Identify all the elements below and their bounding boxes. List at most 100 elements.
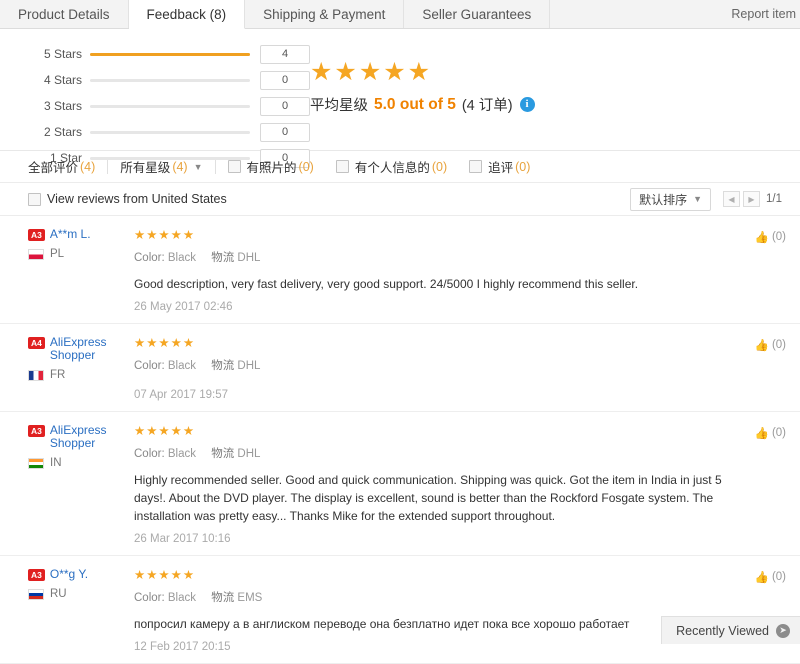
review-date: 26 May 2017 02:46 (134, 301, 233, 313)
filter-additional-reviews[interactable]: 追评 (0) (469, 157, 530, 176)
review-attributes: Color: Black 物流 DHL (134, 445, 726, 461)
rating-bar-track (90, 104, 250, 108)
checkbox-additional-reviews[interactable] (469, 160, 483, 173)
review-helpful-count: (0) (771, 571, 786, 583)
thumbs-up-icon: 👍 (754, 340, 769, 352)
filter-with-photos[interactable]: 有照片的 (0) (227, 157, 314, 176)
review-list: A3 A**m L. PL ★★★★★ Color: Black 物流 DHL … (0, 216, 800, 664)
review-helpful-count: (0) (771, 339, 786, 351)
chevron-down-icon: ▼ (693, 194, 702, 204)
filter-all-stars-count: (4) (172, 159, 188, 174)
review-helpful-button[interactable]: 👍 (0) (755, 570, 786, 584)
review-logistics-key: 物流 (211, 252, 235, 264)
filter-all-stars[interactable]: 所有星级 (4) ▼ (120, 157, 202, 176)
rating-bar-row: 4 Stars 0 (30, 67, 310, 93)
checkbox-with-personal-info[interactable] (335, 160, 349, 173)
flag-icon-fr (28, 369, 44, 381)
flag-icon-in (28, 457, 44, 469)
prev-page-button[interactable]: ◀ (723, 191, 740, 207)
review-logistics-key: 物流 (211, 448, 235, 460)
review-user: A4 AliExpress Shopper FR (22, 336, 122, 401)
view-sort-bar: View reviews from United States 默认排序 ▼ ◀… (0, 183, 800, 216)
filter-all-reviews[interactable]: 全部评价 (4) (28, 157, 95, 176)
review-date: 26 Mar 2017 10:16 (134, 533, 231, 545)
filter-all-stars-label: 所有星级 (120, 161, 171, 175)
review-date: 12 Feb 2017 20:15 (134, 641, 231, 653)
review-helpful-button[interactable]: 👍 (0) (755, 230, 786, 244)
rating-bar-label: 4 Stars (43, 73, 82, 87)
report-item-link[interactable]: Report item (713, 0, 800, 28)
rating-bar-row: 5 Stars 4 (30, 41, 310, 67)
average-stars-icon: ★★★★★ (310, 58, 433, 86)
review-user-country-row: PL (28, 248, 122, 260)
tab-product-details[interactable]: Product Details (0, 0, 129, 28)
filter-additional-reviews-count: (0) (515, 159, 531, 174)
rating-bar-track (90, 130, 250, 134)
checkbox-view-from-country[interactable] (28, 192, 41, 206)
thumbs-up-icon: 👍 (754, 428, 769, 440)
rating-bar-track (90, 78, 250, 82)
review-color-value: Black (167, 360, 197, 372)
user-level-badge: A3 (28, 229, 45, 241)
review-logistics-value: EMS (237, 592, 263, 604)
recently-viewed-label: Recently Viewed (676, 623, 769, 638)
tab-bar-spacer (550, 0, 714, 28)
rating-bar-row: 2 Stars 0 (30, 119, 310, 145)
info-icon[interactable]: i (519, 97, 535, 112)
review-user-name[interactable]: AliExpress Shopper (50, 424, 122, 450)
filter-with-photos-label: 有照片的 (246, 161, 297, 175)
arrow-right-icon: ➤ (776, 623, 790, 638)
tab-feedback[interactable]: Feedback (8) (128, 0, 246, 29)
user-level-badge: A3 (28, 425, 45, 437)
review-user-name[interactable]: O**g Y. (50, 568, 88, 581)
tab-shipping-payment[interactable]: Shipping & Payment (245, 0, 405, 28)
filter-divider (107, 159, 109, 174)
review-helpful-button[interactable]: 👍 (0) (755, 338, 786, 352)
review-color-key: Color: (134, 360, 165, 372)
review-helpful-count: (0) (771, 231, 786, 243)
flag-icon-ru (28, 588, 44, 600)
checkbox-with-photos[interactable] (227, 160, 241, 173)
review-user-name-row: A3 O**g Y. (28, 568, 122, 581)
tab-seller-guarantees[interactable]: Seller Guarantees (404, 0, 551, 28)
review-item: A4 AliExpress Shopper FR ★★★★★ Color: Bl… (0, 324, 800, 412)
view-reviews-from-country[interactable]: View reviews from United States (28, 192, 227, 206)
filter-all-reviews-label: 全部评价 (28, 161, 79, 175)
filter-with-photos-count: (0) (298, 159, 314, 174)
review-body: ★★★★★ Color: Black 物流 DHL Highly recomme… (122, 424, 782, 545)
review-text: Highly recommended seller. Good and quic… (134, 473, 722, 523)
review-stars-icon: ★★★★★ (134, 228, 196, 242)
review-helpful-button[interactable]: 👍 (0) (755, 426, 786, 440)
review-user-country: PL (50, 248, 65, 260)
review-attributes: Color: Black 物流 EMS (134, 589, 726, 605)
review-stars-icon: ★★★★★ (134, 424, 196, 438)
review-logistics-value: DHL (237, 448, 261, 460)
rating-bar-fill (90, 52, 250, 56)
rating-bar-label: 3 Stars (43, 99, 82, 113)
review-user-name[interactable]: AliExpress Shopper (50, 336, 122, 362)
review-user: A3 A**m L. PL (22, 228, 122, 313)
flag-icon-pl (28, 248, 44, 260)
rating-bar-count: 4 (260, 44, 310, 64)
review-color-key: Color: (134, 252, 165, 264)
review-item: A3 AliExpress Shopper IN ★★★★★ Color: Bl… (0, 412, 800, 556)
tab-bar: Product Details Feedback (8) Shipping & … (0, 0, 800, 29)
review-user: A3 AliExpress Shopper IN (22, 424, 122, 545)
rating-bar-row: 3 Stars 0 (30, 93, 310, 119)
review-color-key: Color: (134, 592, 165, 604)
thumbs-up-icon: 👍 (754, 572, 769, 584)
user-level-badge: A4 (28, 337, 45, 349)
rating-bar-track (90, 52, 250, 56)
review-item: A3 O**g Y. RU ★★★★★ Color: Black 物流 EMS … (0, 556, 800, 664)
review-user-name-row: A4 AliExpress Shopper (28, 336, 122, 362)
filter-with-personal-info[interactable]: 有个人信息的 (0) (335, 157, 447, 176)
next-page-button[interactable]: ▶ (743, 191, 760, 207)
review-user-name[interactable]: A**m L. (50, 228, 91, 241)
sort-and-pager: 默认排序 ▼ ◀ ▶ 1/1 (630, 187, 782, 211)
average-rating-score: 5.0 out of 5 (374, 95, 456, 113)
review-color-key: Color: (134, 448, 165, 460)
review-text: Good description, very fast delivery, ve… (134, 277, 639, 291)
sort-dropdown[interactable]: 默认排序 ▼ (630, 187, 711, 211)
recently-viewed-button[interactable]: Recently Viewed ➤ (661, 616, 800, 644)
review-color-value: Black (167, 252, 197, 264)
